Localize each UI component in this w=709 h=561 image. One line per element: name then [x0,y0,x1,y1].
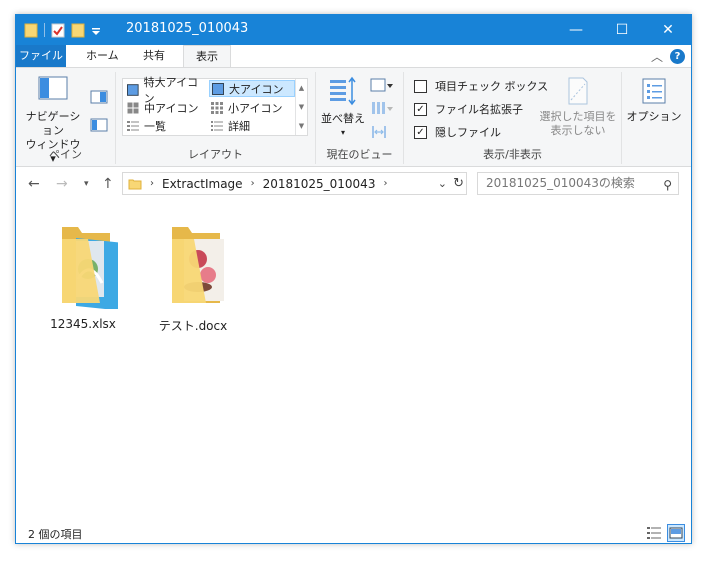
file-item[interactable]: 12345.xlsx [38,215,128,331]
list-icon [127,120,139,131]
navigation-pane-icon [38,76,68,100]
hide-selected-items-icon [568,77,588,105]
up-arrow-icon[interactable]: ↑ [102,176,114,192]
gallery-expand-icon[interactable]: ▼ [299,122,304,130]
large-icons-view-icon[interactable] [667,524,685,542]
folder-icon [128,179,142,189]
sort-by-caret-icon: ▾ [340,128,345,137]
breadcrumb-extractimage[interactable]: ExtractImage [162,177,243,191]
search-box[interactable]: 20181025_010043の検索 ⚲ [477,172,679,195]
tab-share[interactable]: 共有 [131,45,177,67]
ribbon-tab-bar: ファイル ホーム 共有 表示 ︿ ? [16,45,691,68]
group-label-show-hide: 表示/非表示 [483,148,542,161]
tab-file[interactable]: ファイル [16,45,66,67]
tab-view[interactable]: 表示 [183,45,231,68]
layout-list[interactable]: 一覧 [125,117,207,134]
folder-thumbnail-icon [62,227,120,311]
search-icon[interactable]: ⚲ [663,175,672,196]
close-button[interactable]: ✕ [645,15,691,45]
file-extensions-checkbox[interactable]: ✓ [414,102,427,116]
help-icon[interactable]: ? [670,49,685,64]
sort-by-button[interactable]: 並べ替え ▾ [320,74,366,140]
properties-icon[interactable] [51,22,65,38]
navigation-bar: ← → ▾ ↑ › ExtractImage › 20181025_010043… [16,167,691,203]
qat-dropdown-icon[interactable] [91,22,101,38]
layout-medium-icons[interactable]: 中アイコン [125,99,207,116]
tab-home[interactable]: ホーム [74,45,131,67]
scroll-up-icon[interactable]: ▲ [299,84,304,92]
group-show-hide: 項目チェック ボックス ✓ ファイル名拡張子 ✓ 隠しファイル 選択した項目を … [404,72,622,164]
group-pane: ナビゲーション ウィンドウ ▾ ペイン [16,72,116,165]
sort-by-label: 並べ替え [321,112,365,125]
address-dropdown-icon[interactable]: ⌄ [438,177,447,190]
medium-icons-icon [127,102,139,113]
group-label-pane: ペイン [49,148,82,161]
file-name: テスト.docx [158,319,228,333]
layout-gallery-scroll[interactable]: ▲ ▼ ▼ [295,79,307,135]
file-extensions-toggle[interactable]: ✓ ファイル名拡張子 [414,101,523,117]
group-options: オプション [622,72,686,164]
options-label: オプション [626,110,682,123]
status-bar: 2 個の項目 [16,521,691,543]
group-layout: 特大アイコン 大アイコン 中アイコン 小アイコン 一覧 詳細 ▲ ▼ ▼ レイア… [116,72,316,164]
explorer-window: 20181025_010043 — ☐ ✕ ファイル ホーム 共有 表示 ︿ ?… [15,14,692,544]
maximize-button[interactable]: ☐ [599,15,645,45]
scroll-down-icon[interactable]: ▼ [299,103,304,111]
details-view-icon[interactable] [645,524,663,542]
sort-by-icon [330,76,356,106]
folder-icon [24,23,38,38]
hidden-items-checkbox[interactable]: ✓ [414,125,427,139]
recent-locations-icon[interactable]: ▾ [84,179,89,189]
layout-gallery: 特大アイコン 大アイコン 中アイコン 小アイコン 一覧 詳細 ▲ ▼ ▼ [122,76,308,136]
group-label-current-view: 現在のビュー [326,148,393,161]
add-columns-icon[interactable] [370,100,394,116]
item-checkboxes-toggle[interactable]: 項目チェック ボックス [414,78,548,94]
search-placeholder: 20181025_010043の検索 [486,176,635,190]
hide-selected-label-line1: 選択した項目を [539,110,617,123]
breadcrumb-current-folder[interactable]: 20181025_010043 [263,177,376,191]
details-pane-icon[interactable] [90,118,108,132]
navigation-pane-label-line1: ナビゲーション [25,110,81,137]
qat-divider [44,23,45,37]
layout-large-icons[interactable]: 大アイコン [209,80,295,97]
small-icons-icon [211,101,223,114]
hide-selected-items-button[interactable]: 選択した項目を 表示しない [536,74,620,138]
options-icon [642,78,666,104]
breadcrumb-separator[interactable]: › [383,178,387,189]
window-title: 20181025_010043 [126,21,249,36]
hidden-items-toggle[interactable]: ✓ 隠しファイル [414,124,501,140]
address-bar[interactable]: › ExtractImage › 20181025_010043 › ⌄ ↻ [122,172,467,195]
layout-small-icons[interactable]: 小アイコン [209,99,295,116]
file-name: 12345.xlsx [50,317,116,331]
ribbon-collapse-icon[interactable]: ︿ [651,48,663,65]
options-button[interactable]: オプション [626,74,682,124]
title-bar: 20181025_010043 — ☐ ✕ [16,15,691,45]
extra-large-icons-icon [127,83,139,96]
layout-extra-large-icons[interactable]: 特大アイコン [125,76,207,105]
item-count: 2 個の項目 [28,528,83,541]
minimize-button[interactable]: — [553,15,599,45]
details-icon [211,120,223,131]
new-folder-icon[interactable] [71,22,85,38]
large-icons-icon [212,82,224,95]
quick-access-toolbar [24,21,101,39]
back-arrow-icon[interactable]: ← [28,176,40,192]
ribbon: ナビゲーション ウィンドウ ▾ ペイン 特大アイコン 大アイコン 中アイコン 小… [16,67,691,167]
layout-details[interactable]: 詳細 [209,117,295,134]
preview-pane-icon[interactable] [90,90,108,104]
group-current-view: 並べ替え ▾ 現在のビュー [316,72,404,164]
file-item[interactable]: テスト.docx [148,215,238,333]
breadcrumb-separator[interactable]: › [150,178,154,189]
group-label-layout: レイアウト [188,148,243,161]
size-columns-icon[interactable] [370,124,388,140]
folder-thumbnail-icon [172,227,224,303]
item-checkboxes-checkbox[interactable] [414,79,427,93]
forward-arrow-icon[interactable]: → [56,176,68,192]
file-list: 12345.xlsx テスト.docx [16,203,691,521]
refresh-icon[interactable]: ↻ [453,176,464,191]
group-by-icon[interactable] [370,78,394,92]
breadcrumb-separator[interactable]: › [251,178,255,189]
hide-selected-label-line2: 表示しない [550,124,606,137]
